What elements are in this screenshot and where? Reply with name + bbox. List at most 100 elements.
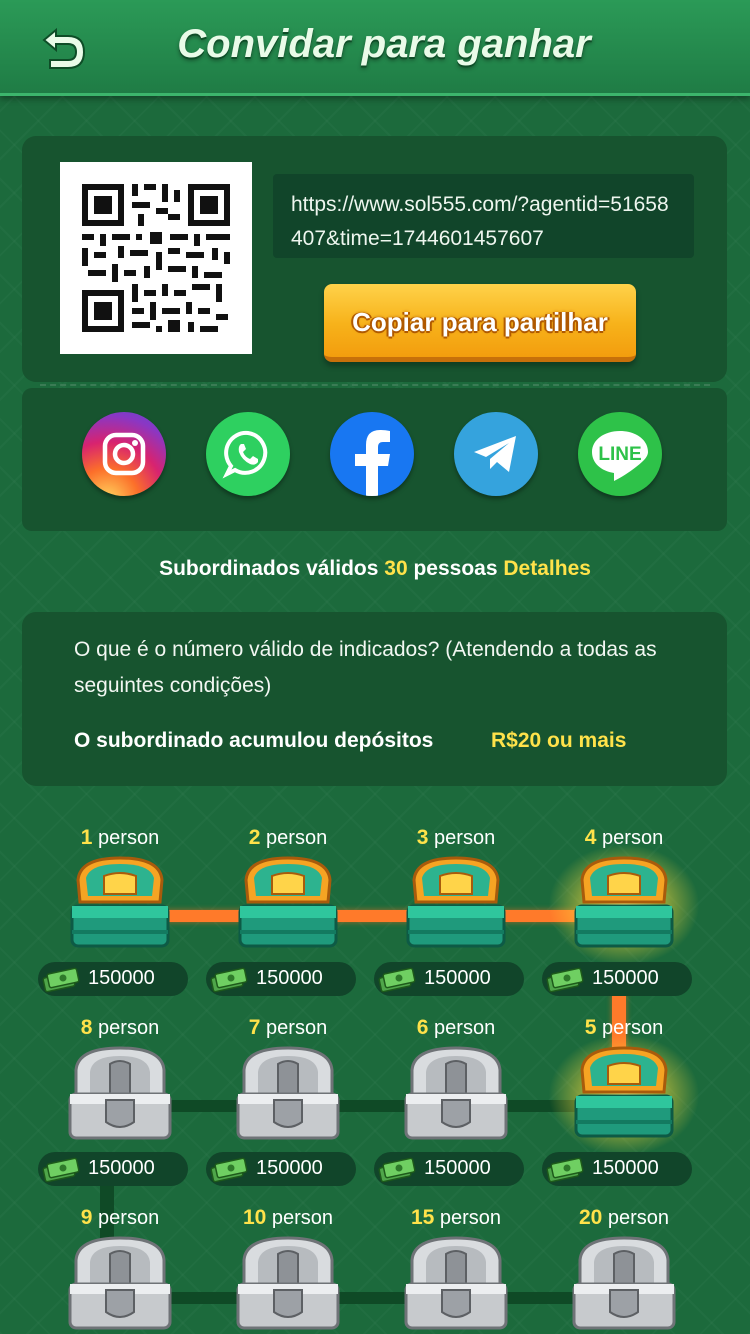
milestone-unit: person (434, 1017, 496, 1039)
invite-panel: https://www.sol555.com/?agentid=51658407… (22, 136, 727, 382)
cash-icon (42, 965, 82, 993)
whatsapp-button[interactable] (206, 412, 290, 496)
locked-chest-icon (232, 1044, 344, 1144)
details-link[interactable]: Detalhes (503, 557, 591, 580)
reward-amount-value: 150000 (88, 967, 155, 989)
reward-milestone: 5 person 150000 (540, 1016, 708, 1206)
milestone-label: 7 person (204, 1016, 372, 1040)
page-title: Convidar para ganhar (177, 22, 591, 66)
milestone-unit: person (271, 1207, 334, 1229)
telegram-icon (474, 436, 516, 472)
facebook-button[interactable] (330, 412, 414, 496)
copy-share-button[interactable]: Copiar para partilhar (324, 284, 636, 362)
reward-amount-value: 150000 (424, 1157, 491, 1179)
treasure-chest-icon (400, 854, 512, 954)
milestone-count: 15 (410, 1206, 435, 1229)
milestone-count: 10 (242, 1206, 267, 1229)
qr-code (60, 162, 252, 354)
line-button[interactable]: LINE (578, 412, 662, 496)
milestone-label: 2 person (204, 826, 372, 850)
milestone-count: 7 (248, 1016, 261, 1039)
milestone-label: 1 person (36, 826, 204, 850)
cash-icon (378, 965, 418, 993)
telegram-button[interactable] (454, 412, 538, 496)
locked-chest-icon (568, 1234, 680, 1334)
instagram-icon (102, 432, 146, 476)
milestone-unit: person (607, 1207, 670, 1229)
treasure-chest-icon (64, 854, 176, 954)
share-panel: LINE (22, 388, 727, 531)
reward-amount: 150000 (542, 1152, 692, 1186)
subordinates-unit: pessoas (413, 557, 498, 580)
locked-chest-icon (400, 1044, 512, 1144)
cash-icon (42, 1155, 82, 1183)
milestone-count: 8 (80, 1016, 93, 1039)
reward-amount: 150000 (542, 962, 692, 996)
header-bar: Convidar para ganhar (0, 0, 750, 96)
milestone-count: 6 (416, 1016, 429, 1039)
reward-amount: 150000 (374, 962, 524, 996)
locked-chest-icon (400, 1234, 512, 1334)
reward-amount-value: 150000 (424, 967, 491, 989)
reward-milestone: 8 person 150000 (36, 1016, 204, 1206)
milestone-unit: person (439, 1207, 502, 1229)
milestone-unit: person (266, 827, 328, 849)
milestone-label: 9 person (36, 1206, 204, 1230)
valid-referral-info: O que é o número válido de indicados? (A… (22, 612, 727, 786)
milestone-count: 2 (248, 826, 261, 849)
reward-amount-value: 150000 (592, 967, 659, 989)
milestone-unit: person (266, 1017, 328, 1039)
reward-amount-value: 150000 (256, 967, 323, 989)
condition-label: O subordinado acumulou depósitos (74, 729, 434, 752)
instagram-button[interactable] (82, 412, 166, 496)
cash-icon (546, 1155, 586, 1183)
treasure-chest-icon[interactable] (568, 1044, 680, 1144)
reward-amount: 150000 (374, 1152, 524, 1186)
milestone-unit: person (98, 1017, 160, 1039)
locked-chest-icon (64, 1234, 176, 1334)
subordinates-label: Subordinados válidos (159, 557, 379, 580)
reward-amount-value: 150000 (256, 1157, 323, 1179)
milestone-count: 3 (416, 826, 429, 849)
reward-milestone: 4 person 150000 (540, 826, 708, 1016)
invite-link-field[interactable]: https://www.sol555.com/?agentid=51658407… (273, 174, 694, 258)
reward-amount: 150000 (38, 1152, 188, 1186)
milestone-count: 9 (80, 1206, 93, 1229)
milestone-label: 10 person (204, 1206, 372, 1230)
reward-amount-value: 150000 (88, 1157, 155, 1179)
milestone-count: 20 (578, 1206, 603, 1229)
divider (40, 384, 710, 386)
subordinates-count: 30 (384, 557, 408, 580)
milestone-label: 20 person (540, 1206, 708, 1230)
reward-amount: 150000 (206, 962, 356, 996)
treasure-chest-icon[interactable] (568, 854, 680, 954)
cash-icon (546, 965, 586, 993)
reward-milestone: 2 person 150000 (204, 826, 372, 1016)
subordinates-summary: Subordinados válidos 30 pessoas Detalhes (0, 557, 750, 581)
milestone-label: 3 person (372, 826, 540, 850)
line-icon: LINE (592, 431, 648, 481)
milestone-label: 8 person (36, 1016, 204, 1040)
whatsapp-icon (222, 430, 268, 479)
locked-chest-icon (64, 1044, 176, 1144)
reward-milestone: 9 person (36, 1206, 204, 1334)
milestone-unit: person (98, 827, 160, 849)
milestone-label: 6 person (372, 1016, 540, 1040)
reward-amount: 150000 (206, 1152, 356, 1186)
cash-icon (210, 965, 250, 993)
info-question: O que é o número válido de indicados? (A… (74, 638, 657, 697)
reward-milestone: 15 person (372, 1206, 540, 1334)
milestone-unit: person (434, 827, 496, 849)
reward-milestone: 10 person (204, 1206, 372, 1334)
reward-milestone: 7 person 150000 (204, 1016, 372, 1206)
reward-milestone: 20 person (540, 1206, 708, 1334)
reward-milestone: 1 person 150000 (36, 826, 204, 1016)
reward-milestone: 3 person 150000 (372, 826, 540, 1016)
treasure-chest-icon (232, 854, 344, 954)
milestone-unit: person (98, 1207, 160, 1229)
svg-text:LINE: LINE (598, 444, 641, 465)
reward-milestone: 6 person 150000 (372, 1016, 540, 1206)
facebook-icon (355, 430, 390, 496)
cash-icon (378, 1155, 418, 1183)
milestone-count: 1 (80, 826, 93, 849)
